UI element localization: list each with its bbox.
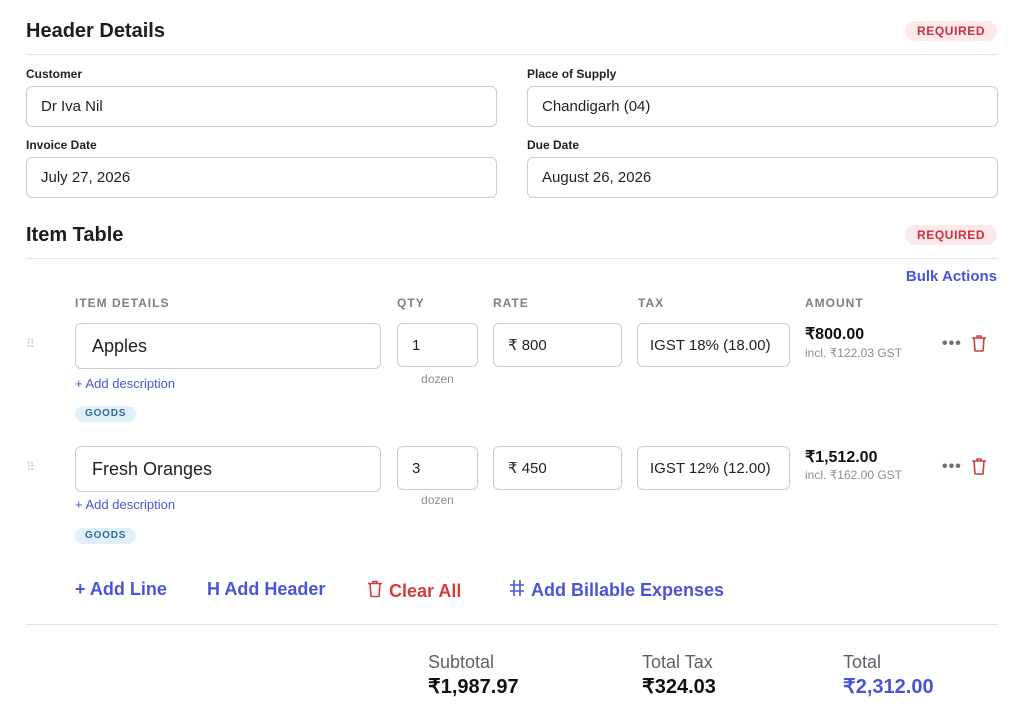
subtotal-label: Subtotal [428, 652, 495, 672]
item-name-input[interactable]: Apples [75, 323, 381, 369]
required-badge: REQUIRED [905, 225, 998, 245]
total-tax-label: Total Tax [642, 652, 713, 672]
required-badge: REQUIRED [905, 21, 998, 41]
qty-input[interactable]: 1 [397, 323, 478, 367]
trash-icon[interactable] [971, 334, 987, 357]
item-table-divider [26, 258, 998, 259]
item-name-value: Fresh Oranges [92, 458, 213, 479]
place-of-supply-label: Place of Supply [527, 67, 617, 81]
more-options-icon[interactable]: ••• [942, 458, 962, 476]
add-description-link[interactable]: + Add description [75, 497, 175, 512]
header-divider [26, 54, 998, 55]
line-amount: ₹800.00 [805, 326, 865, 343]
place-of-supply-value: Chandigarh (04) [542, 98, 651, 115]
customer-label: Customer [26, 67, 83, 81]
item-name-input[interactable]: Fresh Oranges [75, 446, 381, 492]
line-amount: ₹1,512.00 [805, 449, 878, 466]
item-table-title: Item Table [26, 224, 124, 246]
total-label: Total [843, 652, 882, 672]
drag-handle-icon[interactable]: ⠿ [26, 337, 35, 351]
totals-divider [26, 624, 998, 625]
due-date-label: Due Date [527, 138, 580, 152]
total-tax-value: ₹324.03 [642, 676, 716, 698]
rate-value: ₹ 450 [508, 460, 547, 477]
add-line-button[interactable]: + Add Line [75, 579, 167, 600]
trash-icon[interactable] [971, 457, 987, 480]
tax-value: IGST 12% (12.00) [650, 459, 771, 477]
hash-icon [509, 579, 525, 602]
add-header-label: H Add Header [207, 579, 326, 599]
add-line-label: + Add Line [75, 579, 167, 599]
column-header-qty: QTY [397, 296, 425, 310]
tax-select[interactable]: IGST 18% (18.00) [637, 323, 790, 367]
header-details-title: Header Details [26, 20, 165, 42]
rate-input[interactable]: ₹ 800 [493, 323, 622, 367]
column-header-tax: TAX [638, 296, 665, 310]
qty-input[interactable]: 3 [397, 446, 478, 490]
rate-input[interactable]: ₹ 450 [493, 446, 622, 490]
more-options-icon[interactable]: ••• [942, 335, 962, 353]
due-date-field[interactable]: August 26, 2026 [527, 157, 998, 198]
add-billable-expenses-label: Add Billable Expenses [531, 580, 725, 600]
customer-field[interactable]: Dr Iva Nil [26, 86, 497, 127]
qty-value: 1 [412, 336, 421, 354]
column-header-item-details: ITEM DETAILS [75, 296, 170, 310]
total-value: ₹2,312.00 [843, 676, 934, 698]
qty-value: 3 [412, 459, 421, 477]
invoice-date-value: July 27, 2026 [41, 169, 131, 186]
qty-unit: dozen [421, 372, 454, 386]
add-billable-expenses-button[interactable]: Add Billable Expenses [509, 579, 724, 602]
column-header-amount: AMOUNT [805, 296, 864, 310]
tax-value: IGST 18% (18.00) [650, 336, 771, 354]
line-amount-gst: incl. ₹162.00 GST [805, 468, 903, 482]
clear-all-label: Clear All [389, 580, 462, 601]
subtotal-value: ₹1,987.97 [428, 676, 519, 698]
item-name-value: Apples [92, 335, 148, 356]
goods-badge: GOODS [75, 406, 137, 422]
drag-handle-icon[interactable]: ⠿ [26, 460, 35, 474]
bulk-actions-link[interactable]: Bulk Actions [906, 268, 997, 285]
clear-all-button[interactable]: Clear All [367, 579, 461, 603]
goods-badge: GOODS [75, 528, 137, 544]
rate-value: ₹ 800 [508, 337, 547, 354]
column-header-rate: RATE [493, 296, 529, 310]
add-header-button[interactable]: H Add Header [207, 579, 325, 600]
invoice-date-field[interactable]: July 27, 2026 [26, 157, 497, 198]
due-date-value: August 26, 2026 [542, 169, 652, 186]
customer-value: Dr Iva Nil [41, 98, 103, 115]
add-description-link[interactable]: + Add description [75, 376, 175, 391]
invoice-date-label: Invoice Date [26, 138, 97, 152]
line-amount-gst: incl. ₹122.03 GST [805, 346, 903, 360]
trash-icon [367, 579, 383, 603]
place-of-supply-field[interactable]: Chandigarh (04) [527, 86, 998, 127]
tax-select[interactable]: IGST 12% (12.00) [637, 446, 790, 490]
qty-unit: dozen [421, 493, 454, 507]
